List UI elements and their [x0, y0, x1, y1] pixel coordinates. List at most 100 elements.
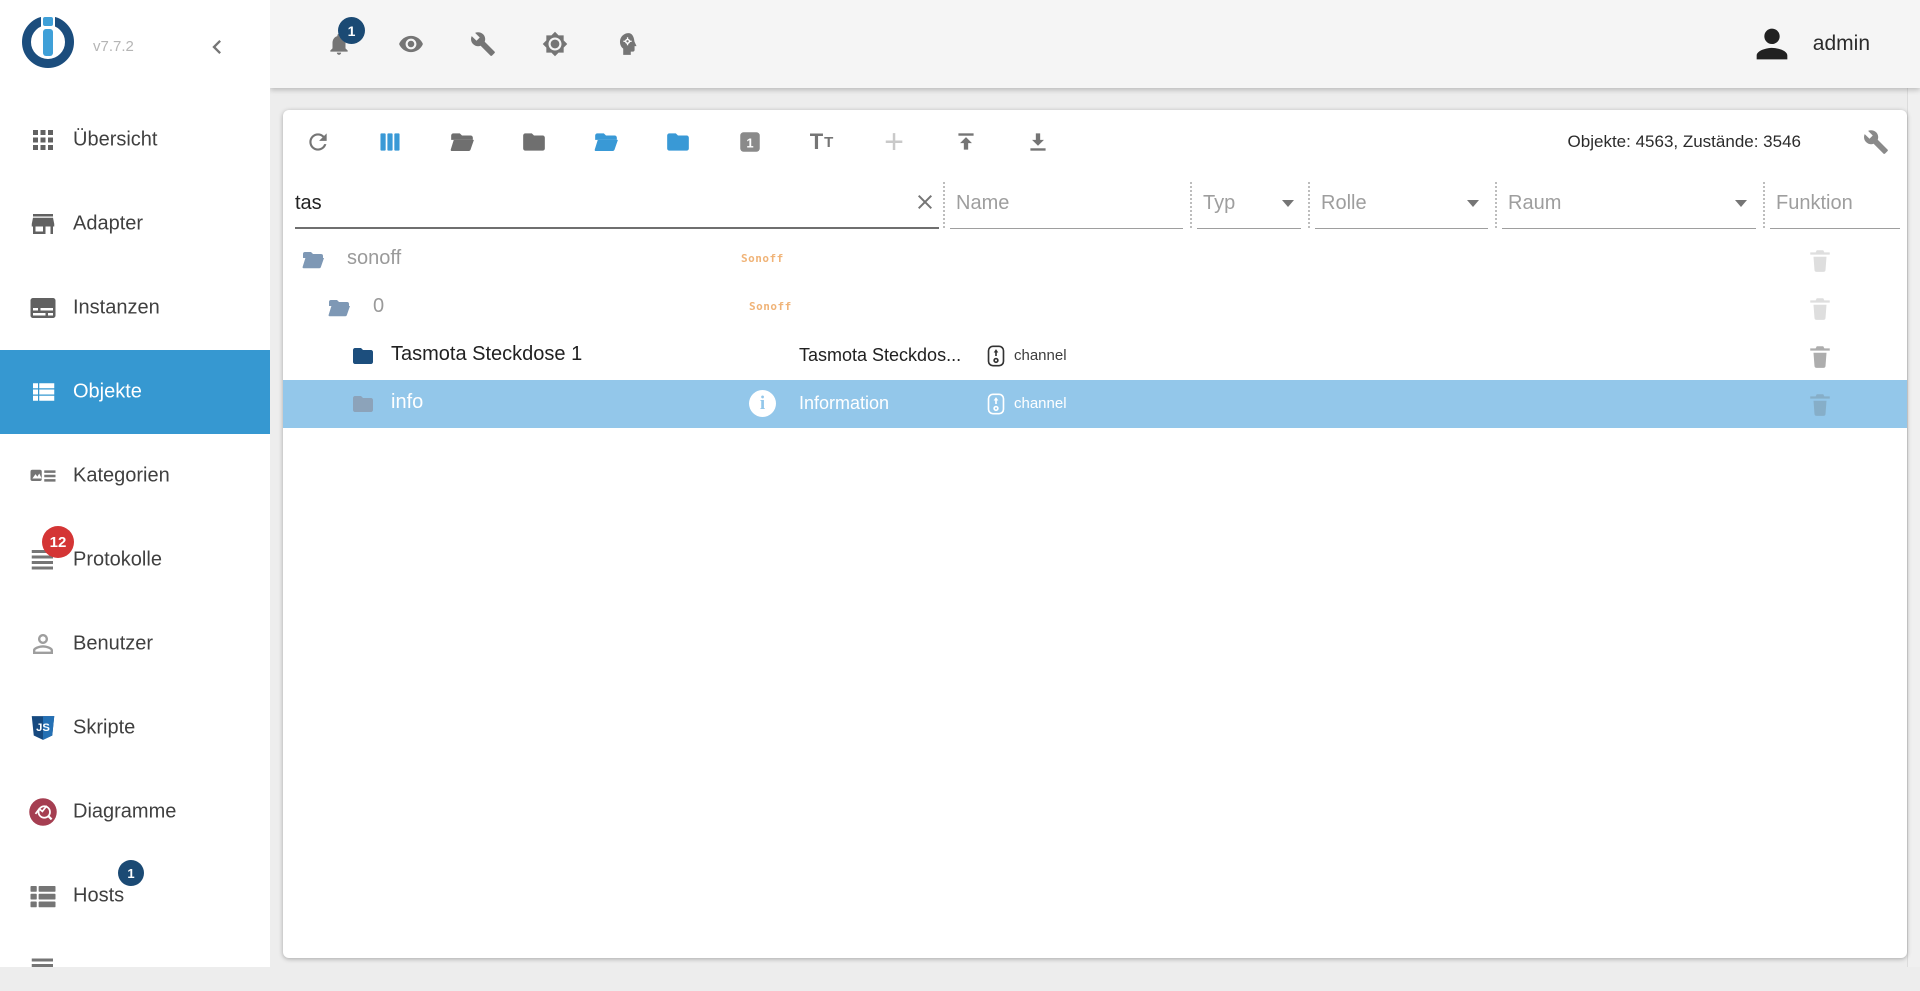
sidebar-item-partial-icon[interactable] [28, 956, 58, 986]
channel-icon [985, 345, 1007, 367]
object-type: channel [1014, 347, 1067, 364]
function-filter-value: Funktion [1776, 192, 1853, 214]
notifications-button[interactable]: 1 [326, 17, 365, 57]
refresh-button[interactable] [305, 129, 331, 155]
object-type: channel [1014, 395, 1067, 412]
store-icon [28, 209, 58, 239]
object-name: Tasmota Steckdos... [799, 345, 962, 365]
folder-closed-gray-button[interactable] [521, 129, 547, 155]
sonoff-logo-icon: Sonoff [741, 252, 784, 265]
object-id: 0 [373, 295, 385, 317]
function-filter-cell[interactable]: Funktion [1763, 174, 1907, 236]
collapse-sidebar-button[interactable] [203, 33, 231, 61]
sidebar-item-label: Benutzer [73, 632, 154, 655]
search-input[interactable] [295, 186, 895, 220]
categories-icon [28, 461, 58, 491]
sidebar-item-label: Objekte [73, 380, 142, 403]
sidebar-item-label: Adapter [73, 212, 144, 235]
sidebar-item-diagramme[interactable]: Diagramme [0, 770, 270, 854]
sidebar-item-skripte[interactable]: JS Skripte [0, 686, 270, 770]
sonoff-logo-icon: Sonoff [749, 300, 792, 313]
name-filter-input[interactable] [956, 186, 1166, 220]
chevron-down-icon[interactable] [1282, 200, 1294, 207]
folder-closed-blue-button[interactable] [665, 129, 691, 155]
sidebar-item-label: Instanzen [73, 296, 160, 319]
sidebar-item-instanzen[interactable]: Instanzen [0, 266, 270, 350]
download-button[interactable] [1025, 129, 1051, 155]
iobroker-logo-icon [22, 14, 74, 68]
sidebar-item-label: Skripte [73, 716, 136, 739]
delete-button[interactable] [1807, 247, 1833, 273]
delete-button[interactable] [1807, 391, 1833, 417]
tree-row-info-selected[interactable]: info i Information channel [283, 380, 1907, 428]
sidebar: v7.7.2 Übersicht Adapter Instanzen Objek… [0, 0, 270, 967]
delete-button[interactable] [1807, 295, 1833, 321]
expert-mode-button[interactable] [614, 31, 640, 57]
main-content: 1 TT + Objekte: 4563, Zustände: 3546 tas… [270, 88, 1920, 967]
chevron-down-icon[interactable] [1735, 200, 1747, 207]
text-size-button[interactable]: TT [809, 129, 835, 155]
objects-toolbar: 1 TT + Objekte: 4563, Zustände: 3546 [283, 110, 1907, 174]
sidebar-item-kategorien[interactable]: Kategorien [0, 434, 270, 518]
object-id: info [391, 391, 424, 413]
folder-open-gray-button[interactable] [449, 129, 475, 155]
sidebar-item-objekte[interactable]: Objekte [0, 350, 270, 434]
tree-row-tasmota-steckdose-1[interactable]: Tasmota Steckdose 1 Tasmota Steckdos... … [283, 332, 1907, 380]
add-object-button[interactable]: + [881, 125, 907, 159]
filter-row: Typ Rolle Raum Funktion [283, 174, 1907, 236]
sidebar-item-label: Hosts [73, 884, 125, 907]
delete-button[interactable] [1807, 343, 1833, 369]
columns-settings-button[interactable] [1863, 129, 1889, 155]
object-id: sonoff [347, 247, 402, 269]
hosts-server-icon [28, 881, 58, 911]
brand-area: v7.7.2 [0, 0, 270, 90]
columns-button[interactable] [377, 129, 403, 155]
notifications-badge: 1 [338, 17, 365, 44]
folder-closed-icon[interactable] [351, 344, 375, 368]
avatar [1756, 28, 1788, 60]
user-menu[interactable]: admin [1749, 0, 1870, 88]
scrollbar-track[interactable] [1907, 88, 1920, 967]
brightness-button[interactable] [542, 31, 568, 57]
name-filter-cell [943, 174, 1190, 236]
role-filter-cell[interactable]: Rolle [1308, 174, 1495, 236]
room-filter-cell[interactable]: Raum [1495, 174, 1763, 236]
tree-row-sonoff[interactable]: sonoff Sonoff [283, 236, 1907, 284]
objects-stats: Objekte: 4563, Zustände: 3546 [1567, 132, 1801, 151]
folder-open-icon[interactable] [301, 248, 325, 272]
sidebar-item-benutzer[interactable]: Benutzer [0, 602, 270, 686]
room-filter-value: Raum [1508, 192, 1562, 214]
sidebar-item-label: Diagramme [73, 800, 177, 823]
instances-card-icon [28, 293, 58, 323]
chevron-down-icon[interactable] [1467, 200, 1479, 207]
objects-panel: 1 TT + Objekte: 4563, Zustände: 3546 tas… [283, 110, 1907, 958]
header-icons: 1 [326, 0, 640, 88]
objects-tree: sonoff Sonoff 0 Sonoff Tasmota Steckdose… [283, 236, 1907, 428]
upload-button[interactable] [953, 129, 979, 155]
folder-open-icon[interactable] [327, 296, 351, 320]
folder-closed-icon[interactable] [351, 392, 375, 416]
sidebar-item-uebersicht[interactable]: Übersicht [0, 98, 270, 182]
sidebar-item-protokolle[interactable]: 12 Protokolle [0, 518, 270, 602]
object-name: Information [799, 393, 890, 413]
charts-circle-icon [28, 797, 58, 827]
wrench-button[interactable] [470, 31, 496, 57]
eye-button[interactable] [398, 31, 424, 57]
tree-row-0[interactable]: 0 Sonoff [283, 284, 1907, 332]
sidebar-item-hosts[interactable]: 1 Hosts [0, 854, 270, 938]
role-filter-value: Rolle [1321, 192, 1367, 214]
svg-text:1: 1 [746, 135, 753, 150]
sidebar-item-adapter[interactable]: Adapter [0, 182, 270, 266]
sidebar-item-label: Übersicht [73, 128, 158, 151]
folder-open-blue-button[interactable] [593, 129, 619, 155]
expand-one-level-button[interactable]: 1 [737, 129, 763, 155]
protokolle-badge: 12 [42, 526, 74, 558]
sidebar-item-label: Kategorien [73, 464, 170, 487]
object-id: Tasmota Steckdose 1 [391, 343, 583, 365]
clear-search-button[interactable] [913, 190, 937, 214]
sidebar-item-label: Protokolle [73, 548, 162, 571]
username: admin [1812, 32, 1870, 55]
type-filter-cell[interactable]: Typ [1190, 174, 1308, 236]
javascript-shield-icon: JS [28, 713, 58, 743]
svg-text:JS: JS [36, 722, 50, 734]
